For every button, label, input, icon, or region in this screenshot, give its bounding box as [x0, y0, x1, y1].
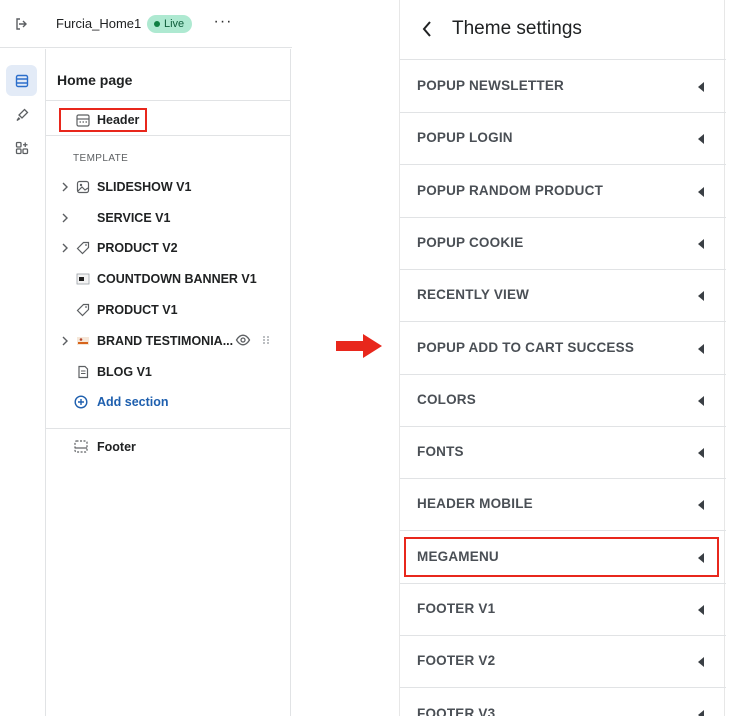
- caret-left-icon: [698, 500, 704, 511]
- header-section-item[interactable]: Header: [59, 108, 147, 132]
- footer-layout-icon: [74, 440, 88, 458]
- section-label: PRODUCT V1: [97, 303, 178, 317]
- divider: [46, 100, 291, 101]
- setting-row-label: POPUP COOKIE: [417, 234, 524, 250]
- drag-handle-icon[interactable]: [262, 335, 270, 345]
- caret-left-icon: [698, 657, 704, 668]
- section-label: COUNTDOWN BANNER V1: [97, 272, 257, 286]
- tag-icon: [75, 240, 90, 255]
- section-item-product-v2[interactable]: PRODUCT V2: [46, 234, 291, 262]
- section-label: PRODUCT V2: [97, 241, 178, 255]
- theme-editor-sidebar: Furcia_Home1 Live ··· Home page Header T…: [0, 0, 300, 716]
- setting-row-popup-add-to-cart-success[interactable]: POPUP ADD TO CART SUCCESS: [400, 323, 726, 375]
- page-title: Home page: [57, 72, 133, 88]
- sections-icon[interactable]: [6, 65, 37, 96]
- caret-left-icon: [698, 395, 704, 406]
- back-chevron-icon[interactable]: [418, 18, 436, 40]
- setting-row-footer-v3[interactable]: FOOTER V3: [400, 689, 726, 716]
- setting-row-footer-v1[interactable]: FOOTER V1: [400, 584, 726, 636]
- setting-row-megamenu[interactable]: MEGAMENU: [400, 532, 726, 584]
- section-item-brand-testimonial[interactable]: BRAND TESTIMONIA...: [46, 327, 291, 355]
- setting-row-label: POPUP ADD TO CART SUCCESS: [417, 339, 635, 355]
- setting-row-colors[interactable]: COLORS: [400, 375, 726, 427]
- setting-row-label: RECENTLY VIEW: [417, 287, 530, 303]
- section-item-product-v1[interactable]: PRODUCT V1: [46, 296, 291, 324]
- add-section-label: Add section: [97, 395, 169, 409]
- app-blocks-icon[interactable]: [6, 132, 37, 163]
- setting-row-popup-cookie[interactable]: POPUP COOKIE: [400, 218, 726, 270]
- setting-row-recently-view[interactable]: RECENTLY VIEW: [400, 270, 726, 323]
- header-label: Header: [97, 113, 140, 127]
- setting-row-label: POPUP LOGIN: [417, 130, 513, 146]
- theme-settings-header: Theme settings: [400, 0, 726, 60]
- caret-left-icon: [698, 552, 704, 563]
- footer-label: Footer: [97, 440, 136, 454]
- eye-visibility-icon[interactable]: [235, 333, 251, 347]
- sections-panel: Home page Header TEMPLATE SLIDESHOW V1 S…: [46, 49, 291, 716]
- section-label: BRAND TESTIMONIA...: [97, 334, 234, 348]
- setting-row-header-mobile[interactable]: HEADER MOBILE: [400, 479, 726, 532]
- divider: [46, 428, 291, 429]
- setting-row-label: FOOTER V1: [417, 601, 496, 616]
- caret-left-icon: [698, 134, 704, 145]
- caret-left-icon: [698, 448, 704, 459]
- left-rail: [0, 49, 46, 716]
- editor-topbar: Furcia_Home1 Live ···: [0, 0, 292, 48]
- section-label: BLOG V1: [97, 365, 152, 379]
- chevron-right-icon[interactable]: [60, 212, 70, 224]
- slideshow-icon: [75, 179, 90, 194]
- template-heading: TEMPLATE: [73, 153, 129, 164]
- store-name: Furcia_Home1: [56, 16, 142, 31]
- chevron-right-icon[interactable]: [60, 335, 70, 347]
- setting-row-label: FOOTER V3: [417, 705, 496, 716]
- tag-icon: [75, 302, 90, 317]
- setting-row-label: FONTS: [417, 444, 464, 460]
- blog-icon: [75, 364, 90, 379]
- divider: [46, 135, 291, 136]
- plus-circle-icon: [74, 395, 88, 414]
- caret-left-icon: [698, 291, 704, 302]
- caret-left-icon: [698, 186, 704, 197]
- theme-settings-title: Theme settings: [452, 18, 582, 39]
- caret-left-icon: [698, 343, 704, 354]
- section-item-blog-v1[interactable]: BLOG V1: [46, 358, 291, 386]
- section-item-service-v1[interactable]: SERVICE V1: [46, 204, 291, 232]
- setting-row-label: COLORS: [417, 391, 476, 407]
- section-label: SERVICE V1: [97, 211, 171, 225]
- caret-left-icon: [698, 605, 704, 615]
- setting-row-fonts[interactable]: FONTS: [400, 427, 726, 480]
- theme-settings-panel: Theme settings POPUP NEWSLETTER POPUP LOG…: [399, 0, 726, 716]
- setting-row-label: MEGAMENU: [417, 548, 499, 564]
- live-status-badge: Live: [147, 15, 193, 33]
- setting-row-label: POPUP RANDOM PRODUCT: [417, 182, 604, 198]
- section-label: SLIDESHOW V1: [97, 180, 192, 194]
- setting-row-popup-random-product[interactable]: POPUP RANDOM PRODUCT: [400, 166, 726, 218]
- caret-left-icon: [698, 82, 704, 92]
- red-arrow-right-icon: [336, 334, 382, 358]
- setting-row-footer-v2[interactable]: FOOTER V2: [400, 636, 726, 689]
- setting-row-label: HEADER MOBILE: [417, 496, 533, 512]
- caret-left-icon: [698, 238, 704, 249]
- caret-left-icon: [698, 709, 704, 716]
- theme-settings-brush-icon[interactable]: [6, 99, 37, 130]
- exit-icon[interactable]: [11, 14, 31, 34]
- setting-row-label: POPUP NEWSLETTER: [417, 78, 564, 93]
- section-item-slideshow-v1[interactable]: SLIDESHOW V1: [46, 173, 291, 201]
- brand-thumbnail-icon: [75, 333, 90, 348]
- header-layout-icon: [76, 114, 90, 132]
- setting-row-label: FOOTER V2: [417, 653, 496, 669]
- banner-thumbnail-icon: [75, 271, 90, 286]
- chevron-right-icon[interactable]: [60, 242, 70, 254]
- setting-row-popup-newsletter[interactable]: POPUP NEWSLETTER: [400, 61, 726, 113]
- section-item-countdown-banner-v1[interactable]: COUNTDOWN BANNER V1: [46, 265, 291, 293]
- chevron-right-icon[interactable]: [60, 181, 70, 193]
- setting-row-popup-login[interactable]: POPUP LOGIN: [400, 113, 726, 166]
- more-actions-icon[interactable]: ···: [212, 14, 234, 34]
